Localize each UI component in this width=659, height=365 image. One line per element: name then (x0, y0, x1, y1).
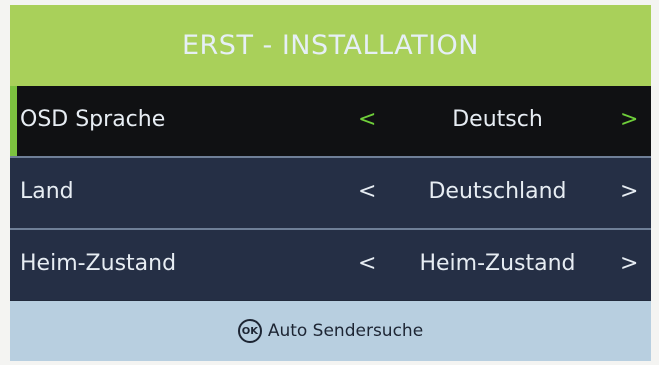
chevron-right-icon[interactable]: > (620, 251, 638, 276)
chevron-right-icon[interactable]: > (620, 107, 638, 132)
menu-item-value: Heim-Zustand (419, 251, 576, 276)
menu-header: ERST - INSTALLATION (10, 5, 651, 86)
chevron-left-icon[interactable]: < (358, 251, 376, 276)
auto-channel-search-hint[interactable]: Auto Sendersuche (268, 321, 423, 341)
chevron-left-icon[interactable]: < (358, 179, 376, 204)
chevron-right-icon[interactable]: > (620, 179, 638, 204)
menu-title: ERST - INSTALLATION (181, 30, 479, 61)
menu-item-osd-language[interactable]: OSD Sprache < Deutsch > (10, 86, 651, 156)
menu-item-value: Deutsch (452, 107, 543, 132)
menu-item-label: OSD Sprache (20, 107, 166, 132)
ok-button-icon: OK (237, 319, 262, 343)
chevron-left-icon[interactable]: < (358, 107, 376, 132)
menu-item-label: Land (20, 179, 74, 204)
menu-item-label: Heim-Zustand (20, 251, 177, 276)
menu-item-home-mode[interactable]: Heim-Zustand < Heim-Zustand > (10, 230, 651, 300)
menu-item-country[interactable]: Land < Deutschland > (10, 158, 651, 228)
menu-footer: OK Auto Sendersuche (10, 301, 651, 361)
menu-item-value: Deutschland (428, 179, 567, 204)
first-installation-menu: ERST - INSTALLATION OSD Sprache < Deutsc… (10, 5, 651, 361)
